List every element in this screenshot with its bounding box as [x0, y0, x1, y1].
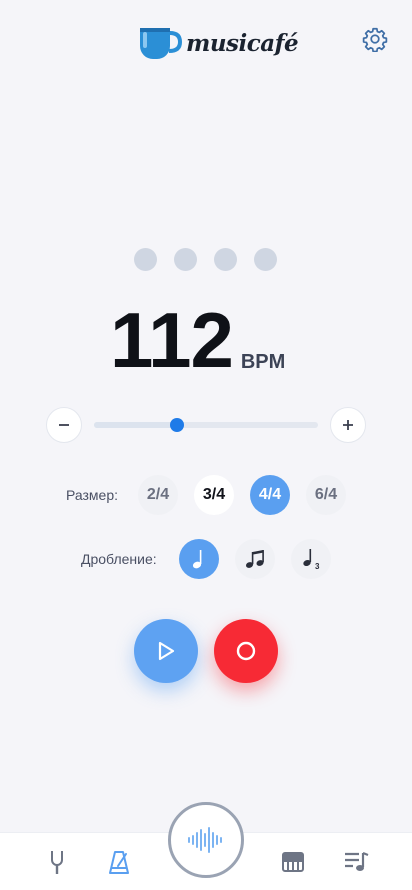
cup-logo-icon [140, 28, 182, 59]
beat-dot [134, 248, 157, 271]
eighth-notes-icon [245, 550, 264, 568]
beat-dot [174, 248, 197, 271]
record-icon [236, 641, 256, 661]
tab-chords[interactable] [280, 849, 306, 875]
meter-option-2-4[interactable]: 2/4 [138, 475, 178, 515]
subdivision-triplet-button[interactable]: 3 [291, 539, 331, 579]
settings-button[interactable] [362, 26, 388, 53]
meter-option-6-4[interactable]: 6/4 [306, 475, 346, 515]
tab-playlist[interactable] [343, 849, 369, 875]
waveform-icon [188, 827, 222, 853]
plus-icon [343, 420, 353, 430]
record-button[interactable] [214, 619, 278, 683]
play-button[interactable] [134, 619, 198, 683]
app-logo: musicafé [136, 24, 299, 62]
tuning-fork-icon [51, 851, 63, 874]
sound-detect-button[interactable] [168, 802, 244, 878]
tab-tuner[interactable] [44, 849, 70, 875]
minus-icon [59, 424, 69, 426]
meter-label: Размер: [66, 487, 119, 503]
subdivision-quarter-button[interactable] [179, 539, 219, 579]
logo-text: musicafé [186, 29, 299, 57]
beat-dot [254, 248, 277, 271]
tab-metronome[interactable] [106, 849, 132, 875]
slider-thumb[interactable] [169, 418, 184, 432]
slider-fill [94, 422, 177, 428]
meter-option-4-4[interactable]: 4/4 [250, 475, 290, 515]
decrease-tempo-button[interactable] [46, 407, 82, 443]
quarter-note-icon [192, 550, 202, 569]
tempo-slider[interactable] [94, 418, 318, 432]
bpm-unit: BPM [240, 351, 286, 373]
chord-grid-icon [282, 852, 304, 872]
header: musicafé [0, 0, 412, 80]
playlist-icon [345, 851, 369, 871]
beat-indicators [134, 248, 277, 271]
play-icon [158, 641, 175, 661]
tempo-display: 112 BPM [110, 296, 285, 384]
bpm-value: 112 [110, 296, 234, 384]
triplet-mark: 3 [315, 562, 320, 571]
triplet-icon: 3 [303, 549, 320, 571]
beat-dot [214, 248, 237, 271]
metronome-icon [109, 851, 129, 874]
meter-option-3-4[interactable]: 3/4 [194, 475, 234, 515]
increase-tempo-button[interactable] [330, 407, 366, 443]
subdivision-eighth-button[interactable] [235, 539, 275, 579]
subdivision-label: Дробление: [81, 551, 157, 567]
gear-icon [362, 27, 388, 53]
